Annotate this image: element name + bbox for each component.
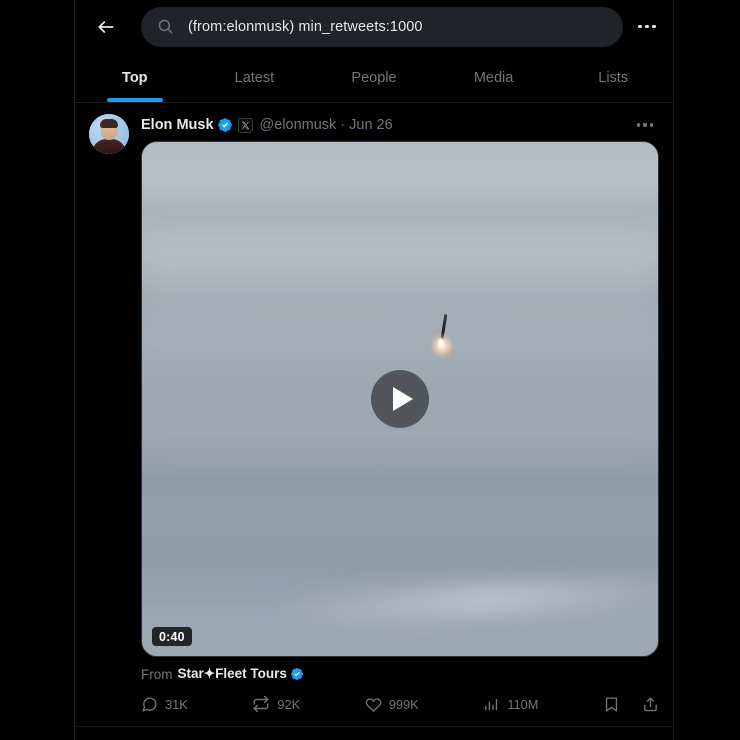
back-arrow-icon [96, 17, 116, 37]
tab-people-label: People [351, 69, 397, 86]
retweet-count: 92K [277, 696, 301, 712]
secondary-actions [603, 696, 659, 713]
rocket-graphic [431, 314, 454, 364]
tab-media[interactable]: Media [434, 53, 554, 102]
tab-latest[interactable]: Latest [195, 53, 315, 102]
bookmark-icon [603, 696, 620, 713]
search-tabs: Top Latest People Media Lists [75, 53, 673, 103]
like-button[interactable]: 999K [365, 696, 419, 713]
tab-top-label: Top [122, 69, 148, 86]
share-button[interactable] [642, 696, 659, 713]
share-icon [642, 696, 659, 713]
avatar-container [89, 114, 129, 726]
tab-top[interactable]: Top [75, 53, 195, 102]
video-thumbnail[interactable]: 0:40 [141, 141, 659, 657]
more-options-icon [638, 24, 656, 29]
search-input[interactable]: (from:elonmusk) min_retweets:1000 [141, 6, 623, 47]
app-root: (from:elonmusk) min_retweets:1000 Top La… [0, 0, 740, 740]
tweet-item[interactable]: Elon Musk @elonmusk · Jun 26 0:40 From S… [75, 103, 673, 727]
tab-latest-label: Latest [234, 69, 275, 86]
reply-icon [141, 696, 158, 713]
author-handle: @elonmusk [259, 117, 337, 133]
tweet-action-bar: 31K 92K 999K 110M [141, 686, 659, 726]
search-icon [157, 18, 174, 35]
views-count: 110M [507, 696, 539, 712]
tweet-header: Elon Musk @elonmusk · Jun 26 [141, 114, 659, 136]
header-more-button[interactable] [629, 9, 665, 45]
verified-badge-icon [217, 117, 233, 133]
reply-button[interactable]: 31K [141, 696, 188, 713]
x-affiliate-badge-icon[interactable] [237, 117, 253, 133]
views-button[interactable]: 110M [483, 696, 538, 713]
tab-media-label: Media [473, 69, 514, 86]
views-icon [483, 696, 500, 713]
avatar-hair [100, 119, 118, 128]
tweet-timestamp[interactable]: Jun 26 [349, 117, 393, 133]
search-header: (from:elonmusk) min_retweets:1000 [75, 0, 673, 53]
more-options-icon [636, 123, 654, 127]
reply-count: 31K [165, 696, 188, 712]
search-results-column: (from:elonmusk) min_retweets:1000 Top La… [74, 0, 674, 740]
meta-separator: · [340, 117, 346, 133]
avatar[interactable] [89, 114, 129, 154]
video-haze-upper [142, 234, 658, 348]
tweet-more-button[interactable] [631, 111, 659, 139]
tweet-body: Elon Musk @elonmusk · Jun 26 0:40 From S… [141, 114, 659, 726]
tab-lists[interactable]: Lists [553, 53, 673, 102]
media-source-attribution: From Star✦Fleet Tours [141, 657, 659, 684]
retweet-button[interactable]: 92K [252, 695, 300, 713]
retweet-icon [252, 695, 270, 713]
bookmark-button[interactable] [603, 696, 620, 713]
tab-people[interactable]: People [314, 53, 434, 102]
video-duration-badge: 0:40 [152, 627, 192, 646]
source-name[interactable]: Star✦Fleet Tours [178, 666, 287, 682]
back-button[interactable] [89, 10, 123, 44]
verified-badge-icon [290, 667, 304, 681]
tab-lists-label: Lists [598, 69, 629, 86]
play-button-icon [392, 387, 413, 411]
tab-active-indicator [106, 98, 163, 102]
like-count: 999K [388, 696, 419, 712]
like-icon [365, 696, 382, 713]
play-button[interactable] [371, 370, 429, 428]
source-prefix: From [141, 666, 173, 682]
search-query-text: (from:elonmusk) min_retweets:1000 [188, 18, 423, 35]
author-display-name[interactable]: Elon Musk [141, 117, 214, 133]
